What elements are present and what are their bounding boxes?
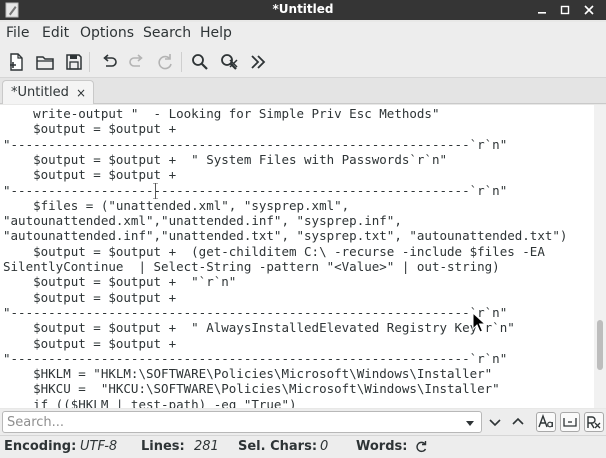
search-icon xyxy=(192,54,208,70)
code-line: "---------------------------------------… xyxy=(3,304,508,320)
code-line: $output = $output + " System Files with … xyxy=(3,151,448,167)
search-next-chevron-down-icon[interactable] xyxy=(485,412,505,432)
maximize-icon[interactable] xyxy=(557,2,573,18)
menu-bar: File Edit Options Search Help xyxy=(0,22,606,46)
code-line: SilentlyContinue | Select-String -patter… xyxy=(3,259,500,274)
toolbar xyxy=(0,46,606,78)
menu-help[interactable]: Help xyxy=(200,25,232,41)
code-line: $files = ("unattended.xml", "sysprep.xml… xyxy=(3,197,350,213)
encoding-label: Encoding: xyxy=(4,439,77,454)
code-line: $output = $output + xyxy=(3,289,177,305)
encoding-value: UTF-8 xyxy=(80,439,118,454)
new-file-button[interactable] xyxy=(4,50,28,74)
title-bar: *Untitled xyxy=(0,0,606,20)
save-icon xyxy=(66,54,82,70)
find-button[interactable] xyxy=(188,50,212,74)
tab-bar: *Untitled × xyxy=(0,78,606,104)
reload-button[interactable] xyxy=(153,50,177,74)
status-bar: Encoding: UTF-8 Lines: 281 Sel. Chars: 0… xyxy=(0,435,606,458)
regex-icon xyxy=(587,416,601,429)
go-to-line-button[interactable] xyxy=(246,50,270,74)
code-line: write-output " - Looking for Simple Priv… xyxy=(3,106,440,121)
code-line: $HKLM = "HKLM:\SOFTWARE\Policies\Microso… xyxy=(3,366,493,382)
code-line: "autounattended.xml","unattended.inf", "… xyxy=(3,213,402,229)
search-history-dropdown-icon[interactable] xyxy=(464,417,476,429)
sel-chars-label: Sel. Chars: xyxy=(238,439,318,454)
text-cursor-icon xyxy=(153,183,158,199)
code-line: if (($HKLM | test-path) -eq "True") xyxy=(3,396,297,408)
toolbar-separator xyxy=(181,52,182,72)
words-label: Words: xyxy=(356,439,408,454)
code-line: $output = $output + "`r`n" xyxy=(3,274,237,290)
menu-file[interactable]: File xyxy=(6,25,29,41)
search-bar xyxy=(0,409,606,435)
close-window-icon[interactable] xyxy=(581,2,597,18)
text-editor[interactable]: write-output " - Looking for Simple Priv… xyxy=(0,105,594,408)
mouse-pointer-icon xyxy=(472,312,486,333)
reload-icon xyxy=(158,54,172,70)
sel-chars-value: 0 xyxy=(320,439,329,454)
regex-toggle[interactable] xyxy=(584,412,604,432)
code-line: $output = $output + xyxy=(3,167,177,183)
menu-search[interactable]: Search xyxy=(143,25,191,41)
folder-open-icon xyxy=(36,56,54,70)
vertical-scrollbar[interactable] xyxy=(594,105,606,408)
code-line: "autounattended.inf","unattended.txt", "… xyxy=(3,228,568,244)
find-replace-button[interactable] xyxy=(217,50,241,74)
chevron-double-right-icon xyxy=(251,55,266,69)
menu-options[interactable]: Options xyxy=(80,25,134,41)
whole-word-toggle[interactable] xyxy=(560,412,580,432)
code-line: $output = $output + " AlwaysInstalledEle… xyxy=(3,320,515,336)
match-case-icon xyxy=(538,413,553,428)
code-line: $output = $output + xyxy=(3,121,177,137)
toolbar-separator xyxy=(89,52,90,72)
menu-edit[interactable]: Edit xyxy=(42,25,69,41)
match-case-toggle[interactable] xyxy=(536,412,556,432)
find-replace-icon xyxy=(221,54,238,70)
lines-value: 281 xyxy=(194,439,219,454)
refresh-word-count-icon[interactable] xyxy=(414,440,428,454)
code-line: "---------------------------------------… xyxy=(3,182,508,198)
scrollbar-thumb[interactable] xyxy=(597,320,603,370)
window-title: *Untitled xyxy=(272,2,334,16)
code-line: $output = $output + xyxy=(3,335,177,351)
save-file-button[interactable] xyxy=(62,50,86,74)
whole-word-icon xyxy=(563,418,577,427)
lines-label: Lines: xyxy=(141,439,185,454)
undo-button[interactable] xyxy=(97,50,121,74)
search-previous-chevron-up-icon[interactable] xyxy=(508,412,528,432)
undo-icon xyxy=(103,54,117,67)
tab-untitled[interactable]: *Untitled × xyxy=(2,80,94,104)
code-line: $output = $output + (get-childitem C:\ -… xyxy=(3,243,545,259)
code-line: "---------------------------------------… xyxy=(3,350,508,366)
code-line: "---------------------------------------… xyxy=(3,136,508,152)
minimize-icon[interactable] xyxy=(534,2,550,18)
redo-icon xyxy=(129,54,143,67)
search-input[interactable] xyxy=(2,411,482,433)
open-file-button[interactable] xyxy=(33,50,57,74)
tab-label: *Untitled xyxy=(11,85,69,100)
code-line: $HKCU = "HKCU:\SOFTWARE\Policies\Microso… xyxy=(3,381,500,397)
tab-close-icon[interactable]: × xyxy=(76,86,86,100)
new-file-icon xyxy=(10,53,23,71)
redo-button[interactable] xyxy=(125,50,149,74)
